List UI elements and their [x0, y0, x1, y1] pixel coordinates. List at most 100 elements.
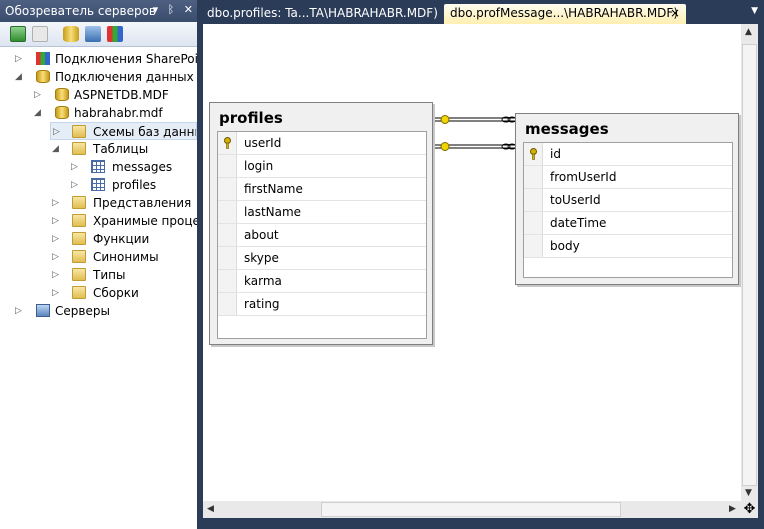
expand-icon[interactable]: ▷: [51, 266, 60, 284]
column-row[interactable]: dateTime: [524, 212, 732, 235]
tree-item-label: ASPNETDB.MDF: [74, 88, 169, 102]
pin-icon[interactable]: ᛒ: [168, 3, 175, 16]
tree-item-habrahabr[interactable]: ◢ habrahabr.mdf: [0, 104, 197, 122]
scroll-thumb[interactable]: [742, 44, 757, 486]
expand-icon[interactable]: ▷: [51, 284, 60, 302]
refresh-icon[interactable]: [10, 26, 26, 42]
column-row[interactable]: userId: [218, 132, 426, 155]
close-icon[interactable]: ×: [670, 4, 680, 23]
column-row[interactable]: body: [524, 235, 732, 258]
connect-database-icon[interactable]: [63, 26, 79, 42]
tree-item-label: Представления: [93, 196, 192, 210]
tree-item-table-profiles[interactable]: ▷ profiles: [0, 176, 197, 194]
diagram-canvas[interactable]: profiles userId login firstName lastName abo…: [203, 24, 741, 501]
tree-item-synonyms[interactable]: ▷ Синонимы: [0, 248, 197, 266]
column-row[interactable]: about: [218, 224, 426, 247]
row-selector[interactable]: [218, 247, 237, 269]
row-selector[interactable]: [218, 201, 237, 223]
row-selector[interactable]: [524, 235, 543, 257]
column-row[interactable]: toUserId: [524, 189, 732, 212]
row-selector[interactable]: [524, 189, 543, 211]
row-selector[interactable]: [218, 132, 237, 154]
tree-item-label: Типы: [93, 268, 126, 282]
horizontal-scrollbar[interactable]: ◀ ▶: [203, 501, 741, 518]
collapse-icon[interactable]: ◢: [14, 68, 23, 86]
stop-icon[interactable]: [32, 26, 48, 42]
pan-icon[interactable]: ✥: [741, 501, 758, 518]
column-row[interactable]: firstName: [218, 178, 426, 201]
expand-icon[interactable]: ▷: [14, 50, 23, 68]
tree-item-data-connections[interactable]: ◢ Подключения данных: [0, 68, 197, 86]
sharepoint-icon: [36, 52, 50, 65]
tree-item-aspnetdb[interactable]: ▷ ASPNETDB.MDF: [0, 86, 197, 104]
connect-sharepoint-icon[interactable]: [107, 26, 123, 42]
table-messages[interactable]: messages id fromUserId toUserId dateTime bod…: [515, 113, 739, 285]
tree-item-functions[interactable]: ▷ Функции: [0, 230, 197, 248]
server-explorer-title-bar: Обозреватель серверов ▾ ᛒ ✕: [0, 0, 197, 22]
scroll-left-icon[interactable]: ◀: [207, 504, 214, 514]
data-connections-icon: [36, 70, 50, 83]
folder-icon: [72, 232, 86, 245]
scroll-up-icon[interactable]: ▲: [745, 27, 752, 37]
row-selector[interactable]: [524, 166, 543, 188]
expand-icon[interactable]: ▷: [51, 248, 60, 266]
chevron-down-icon[interactable]: ▼: [751, 6, 758, 16]
column-row[interactable]: skype: [218, 247, 426, 270]
column-row[interactable]: lastName: [218, 201, 426, 224]
column-name: id: [550, 147, 561, 161]
row-selector[interactable]: [524, 212, 543, 234]
scroll-right-icon[interactable]: ▶: [729, 504, 736, 514]
collapse-icon[interactable]: ◢: [51, 140, 60, 158]
expand-icon[interactable]: ▷: [51, 194, 60, 212]
column-name: karma: [244, 274, 282, 288]
tree-item-views[interactable]: ▷ Представления: [0, 194, 197, 212]
column-name: fromUserId: [550, 170, 617, 184]
tree-item-tables[interactable]: ◢ Таблицы: [0, 140, 197, 158]
row-selector[interactable]: [524, 143, 543, 165]
row-selector[interactable]: [218, 224, 237, 246]
column-row[interactable]: id: [524, 143, 732, 166]
row-selector[interactable]: [218, 155, 237, 177]
tree-item-label: habrahabr.mdf: [74, 106, 163, 120]
tab-profiles-table[interactable]: dbo.profiles: Ta...TA\HABRAHABR.MDF): [201, 4, 438, 24]
connect-server-icon[interactable]: [85, 26, 101, 42]
expand-icon[interactable]: ▷: [52, 123, 61, 139]
tree-item-types[interactable]: ▷ Типы: [0, 266, 197, 284]
bottom-frame: [197, 518, 764, 529]
column-name: skype: [244, 251, 279, 265]
vertical-scrollbar[interactable]: ▲ ▼: [741, 24, 758, 501]
column-row[interactable]: karma: [218, 270, 426, 293]
collapse-icon[interactable]: ◢: [33, 104, 42, 122]
tree-item-sharepoint-connections[interactable]: ▷ Подключения SharePoint: [0, 50, 197, 68]
row-selector[interactable]: [218, 270, 237, 292]
folder-icon: [72, 125, 86, 138]
expand-icon[interactable]: ▷: [70, 176, 79, 194]
table-profiles[interactable]: profiles userId login firstName lastName abo…: [209, 102, 433, 345]
relationship-line-1[interactable]: [433, 115, 517, 124]
tab-profmessages-diagram[interactable]: dbo.profMessage...\HABRAHABR.MDF) ×: [444, 4, 686, 24]
scroll-down-icon[interactable]: ▼: [745, 488, 752, 498]
expand-icon[interactable]: ▷: [14, 302, 23, 320]
scroll-thumb[interactable]: [321, 502, 621, 517]
tree-item-label: Подключения данных: [55, 70, 194, 84]
expand-icon[interactable]: ▷: [51, 212, 60, 230]
column-row[interactable]: login: [218, 155, 426, 178]
expand-icon[interactable]: ▷: [70, 158, 79, 176]
table-icon: [91, 178, 105, 191]
column-row[interactable]: fromUserId: [524, 166, 732, 189]
document-tab-strip: dbo.profiles: Ta...TA\HABRAHABR.MDF) dbo…: [197, 0, 764, 24]
dropdown-icon[interactable]: ▾: [153, 3, 159, 16]
tree-item-servers[interactable]: ▷ Серверы: [0, 302, 197, 320]
row-selector[interactable]: [218, 178, 237, 200]
column-row[interactable]: rating: [218, 293, 426, 316]
relationship-line-2[interactable]: [433, 142, 517, 151]
row-selector[interactable]: [218, 293, 237, 315]
tree-item-db-diagrams[interactable]: ▷ Схемы баз данных: [50, 122, 197, 140]
close-icon[interactable]: ✕: [184, 3, 193, 16]
expand-icon[interactable]: ▷: [51, 230, 60, 248]
servers-icon: [36, 304, 50, 317]
tree-item-stored-procedures[interactable]: ▷ Хранимые процеду: [0, 212, 197, 230]
expand-icon[interactable]: ▷: [33, 86, 42, 104]
tree-item-assemblies[interactable]: ▷ Сборки: [0, 284, 197, 302]
tree-item-table-messages[interactable]: ▷ messages: [0, 158, 197, 176]
